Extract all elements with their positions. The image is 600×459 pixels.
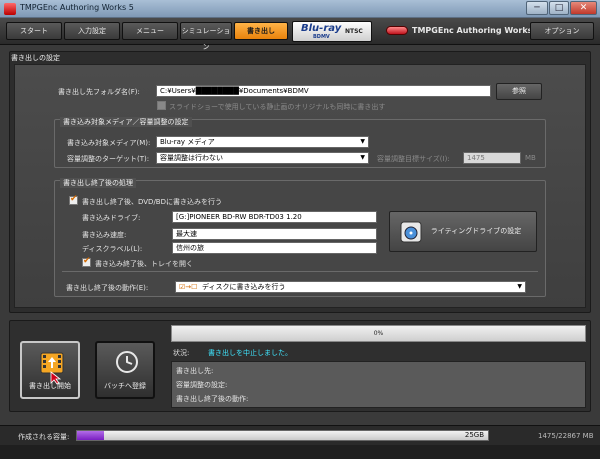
batch-register-label: バッチへ登録 [104, 382, 146, 390]
status-text: 書き出しを中止しました。 [208, 349, 292, 357]
info-destination: 書き出し先: [176, 367, 214, 375]
action-select[interactable]: ☑→☐ ディスクに書き込みを行う ▼ [175, 281, 526, 293]
capacity-fill [77, 431, 104, 440]
minimize-button[interactable]: ─ [526, 1, 548, 15]
window-title: TMPGEnc Authoring Works 5 [20, 3, 134, 12]
disc-drive-icon [400, 221, 422, 243]
disc-label-label: ディスクラベル(L): [82, 245, 143, 253]
main-navigation: スタート 入力設定 メニュー シミュレーション 書き出し Blu-ray BDM… [0, 18, 600, 51]
drive-label: 書き込みドライブ: [82, 214, 141, 222]
slideshow-checkbox[interactable] [157, 101, 166, 110]
bluray-logo: Blu-ray [301, 23, 342, 34]
status-label: 状況: [173, 349, 190, 357]
title-bar: TMPGEnc Authoring Works 5 ─ □ ✕ [0, 0, 600, 18]
status-bar [0, 445, 600, 459]
action-select-value: ディスクに書き込みを行う [202, 283, 286, 291]
drive-field: [G:]PIONEER BD-RW BDR-TD03 1.20 [172, 211, 377, 223]
speed-field: 最大速 [172, 228, 377, 240]
capacity-bar-text: 25GB [464, 431, 484, 439]
open-tray-checkbox[interactable] [82, 256, 91, 267]
target-select[interactable]: 容量調整は行わない ▼ [156, 152, 369, 164]
chevron-down-icon: ▼ [360, 154, 365, 161]
write-action-icon: ☑→☐ [179, 283, 198, 291]
action-label: 書き出し終了後の動作(E): [66, 284, 149, 292]
options-button[interactable]: オプション [530, 22, 594, 40]
capacity-label: 作成される容量: [18, 433, 70, 441]
media-group-title: 書き込み対象メディア／容量調整の設定 [60, 117, 192, 127]
target-select-value: 容量調整は行わない [160, 154, 223, 162]
chevron-down-icon: ▼ [517, 283, 522, 290]
info-post-action: 書き出し終了後の動作: [176, 395, 249, 403]
format-badge: Blu-ray BDMV NTSC [292, 21, 372, 42]
maximize-button[interactable]: □ [549, 1, 569, 15]
capacity-value: 1475/22867 MB [538, 432, 594, 440]
capacity-bar: 25GB [76, 430, 489, 441]
chevron-down-icon: ▼ [360, 138, 365, 145]
brand-format: NTSC [345, 28, 363, 35]
size-unit: MB [525, 154, 536, 162]
tab-start[interactable]: スタート [6, 22, 62, 40]
brand-sub: BDMV [313, 34, 330, 40]
divider [62, 271, 538, 272]
browse-button[interactable]: 参照 [496, 83, 542, 100]
start-export-button[interactable]: 書き出し開始 [20, 341, 80, 399]
write-after-export-label: 書き出し終了後、DVD/BDに書き込みを行う [82, 198, 222, 206]
folder-label: 書き出し先フォルダ名(F): [58, 88, 140, 96]
start-export-label: 書き出し開始 [29, 382, 71, 390]
app-icon [4, 3, 16, 15]
media-label: 書き込み対象メディア(M): [67, 139, 151, 147]
tab-simulation[interactable]: シミュレーション [180, 22, 232, 51]
size-label: 容量調整目標サイズ(I): [377, 155, 450, 163]
writing-drive-button-label: ライティングドライブの設定 [430, 227, 522, 235]
tab-input[interactable]: 入力設定 [64, 22, 120, 40]
post-group-title: 書き出し終了後の処理 [60, 178, 136, 188]
media-select[interactable]: Blu-ray メディア ▼ [156, 136, 369, 148]
media-select-value: Blu-ray メディア [160, 138, 215, 146]
target-label: 容量調整のターゲット(T): [67, 155, 150, 163]
speed-label: 書き込み速度: [82, 231, 127, 239]
close-button[interactable]: ✕ [570, 1, 597, 15]
folder-input[interactable]: C:¥Users¥████████¥Documents¥BDMV [156, 85, 491, 97]
export-info-box: 書き出し先: 容量調整の設定: 書き出し終了後の動作: [171, 361, 586, 408]
batch-register-button[interactable]: バッチへ登録 [95, 341, 155, 399]
tab-menu[interactable]: メニュー [122, 22, 178, 40]
clock-icon [116, 351, 138, 373]
open-tray-label: 書き込み終了後、トレイを開く [95, 260, 193, 268]
export-progress-bar: 0% [171, 325, 586, 342]
tab-export[interactable]: 書き出し [234, 22, 288, 40]
write-after-export-checkbox[interactable] [69, 194, 78, 205]
slideshow-checkbox-label: スライドショーで使用している静止画のオリジナルも同時に書き出す [169, 103, 386, 111]
size-input[interactable]: 1475 [463, 152, 521, 164]
info-capacity: 容量調整の設定: [176, 381, 228, 389]
product-logo-text: TMPGEnc Authoring Works 5 [412, 26, 541, 35]
panel-title: 書き出しの設定 [11, 54, 60, 62]
product-logo-icon [386, 26, 408, 35]
disc-label-field: 信州の旅 [172, 242, 377, 254]
